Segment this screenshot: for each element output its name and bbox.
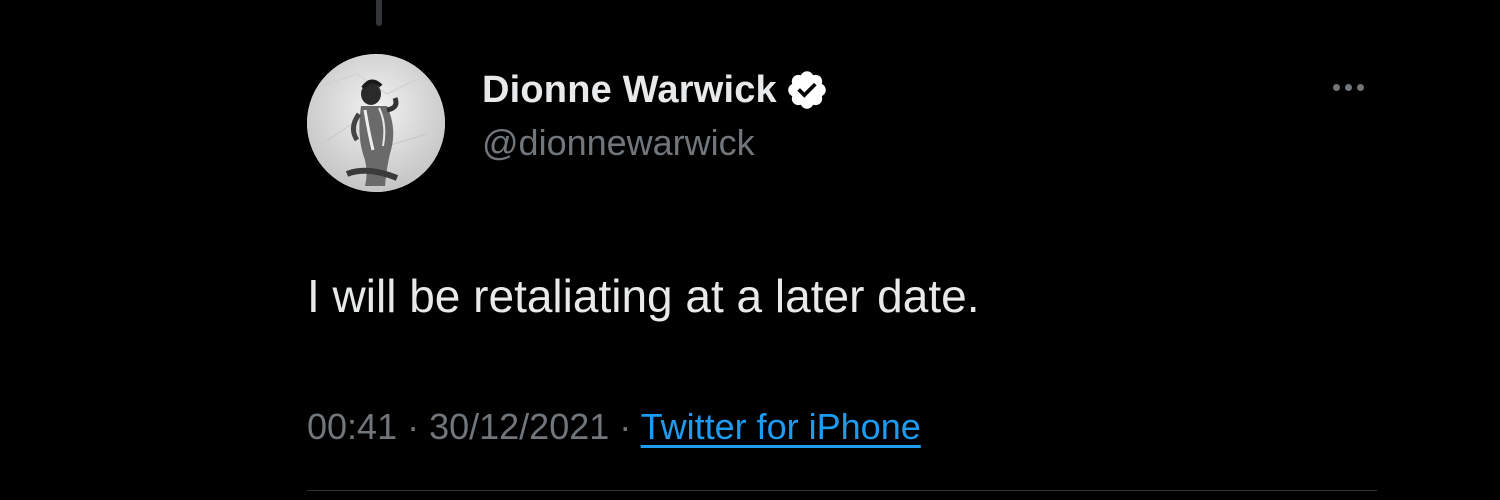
author-handle[interactable]: @dionnewarwick bbox=[482, 118, 829, 168]
avatar-image bbox=[307, 54, 445, 192]
divider bbox=[307, 490, 1377, 491]
tweet-author: Dionne Warwick @dionnewarwick bbox=[482, 64, 829, 168]
tweet-time[interactable]: 00:41 bbox=[307, 406, 397, 447]
more-options-button[interactable] bbox=[1326, 72, 1370, 102]
more-horizontal-icon-dot bbox=[1344, 83, 1352, 91]
avatar[interactable] bbox=[307, 54, 445, 192]
verified-badge-icon bbox=[785, 68, 829, 112]
tweet-date[interactable]: 30/12/2021 bbox=[429, 406, 609, 447]
tweet-source-link[interactable]: Twitter for iPhone bbox=[641, 406, 921, 447]
thread-connector-line bbox=[376, 0, 382, 26]
meta-separator: · bbox=[609, 406, 641, 447]
tweet-meta: 00:41 · 30/12/2021 · Twitter for iPhone bbox=[307, 402, 921, 452]
more-horizontal-icon-dot bbox=[1356, 83, 1364, 91]
author-name-row: Dionne Warwick bbox=[482, 64, 829, 116]
author-display-name[interactable]: Dionne Warwick bbox=[482, 64, 777, 116]
tweet-text: I will be retaliating at a later date. bbox=[307, 270, 980, 322]
more-horizontal-icon bbox=[1332, 83, 1340, 91]
meta-separator: · bbox=[397, 406, 430, 447]
